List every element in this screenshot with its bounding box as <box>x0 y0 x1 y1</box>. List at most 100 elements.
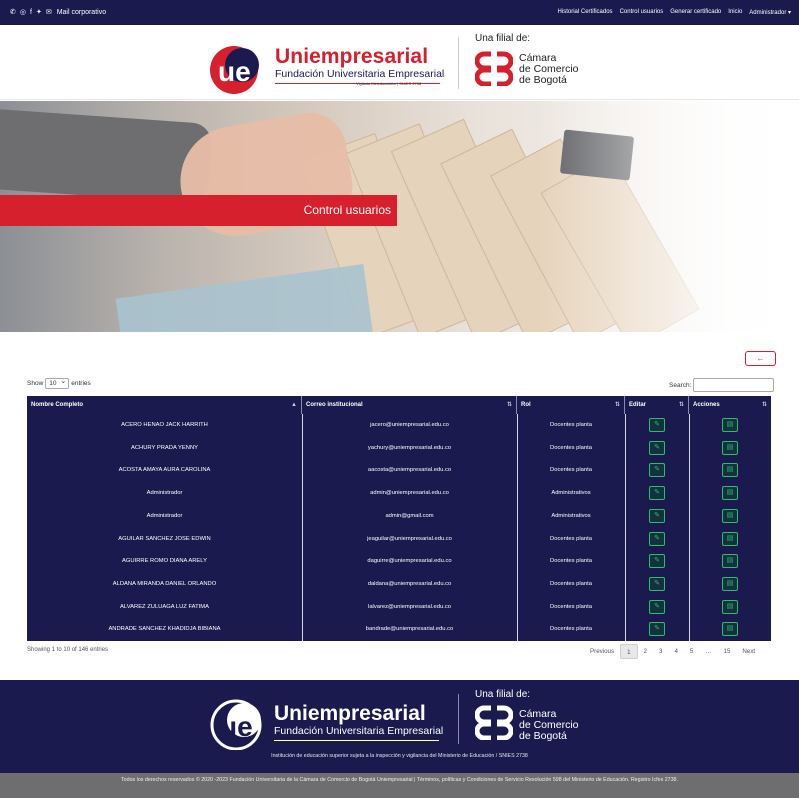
cell-nombre: ACHURY PRADA YENNY <box>130 444 198 451</box>
cell-nombre: AGUILAR SANCHEZ JOSE EDWIN <box>118 535 211 542</box>
edit-user-button[interactable]: ✎ <box>649 418 665 432</box>
user-action-button[interactable]: ▤ <box>722 599 738 614</box>
edit-user-button[interactable]: ✎ <box>649 463 665 478</box>
footer-camara-comercio-logo-icon <box>475 705 513 740</box>
cell-correo: aacosta@uniempresarial.edu.co <box>367 467 452 474</box>
cell-rol: Docentes planta <box>550 558 592 565</box>
pagination-next[interactable]: Next <box>736 644 761 659</box>
column-editar[interactable]: Editar ⇅ <box>625 396 689 414</box>
nav-administrador-dropdown[interactable]: Administrador ▾ <box>749 9 791 16</box>
sort-icon: ⇅ <box>761 402 767 408</box>
users-table: Nombre Completo ▲ Correo institucional ⇅ R… <box>27 396 771 641</box>
pagination-page-2[interactable]: 2 <box>638 644 653 659</box>
table-row: ALVAREZ ZULUAGA LUZ FATIMA lalvarez@uniem… <box>27 596 771 619</box>
camara-comercio-name: Cámara de Comercio de Bogotá <box>519 52 579 86</box>
page-title: Control usuarios <box>303 203 391 217</box>
edit-user-button[interactable]: ✎ <box>649 486 665 501</box>
nav-control-usuarios[interactable]: Control usuarios <box>620 9 664 16</box>
facebook-icon[interactable]: f <box>30 8 32 17</box>
cell-correo: daldana@uniempresarial.edu.co <box>367 580 452 587</box>
edit-user-button[interactable]: ✎ <box>649 599 665 614</box>
footer-camara-comercio-name: Cámara de Comercio de Bogotá <box>519 708 579 742</box>
search-input[interactable] <box>693 378 775 392</box>
edit-user-button[interactable]: ✎ <box>649 508 665 523</box>
footer-brand-subtitle: Fundación Universitaria Empresarial <box>274 725 444 737</box>
table-header: Nombre Completo ▲ Correo institucional ⇅ R… <box>27 396 771 414</box>
search-label: Search: <box>669 381 692 389</box>
footer-institution-note: Institución de educación superior sujeta… <box>271 753 528 759</box>
uniempresarial-footer-logo-icon: ue <box>210 699 262 750</box>
page-length-select[interactable]: 10 <box>45 377 70 389</box>
top-nav: Historial Certificados Control usuarios … <box>558 9 791 16</box>
user-action-button[interactable]: ▤ <box>722 508 738 523</box>
user-action-button[interactable]: ▤ <box>722 531 738 546</box>
svg-text:ue: ue <box>218 56 251 87</box>
back-button[interactable]: ← <box>745 351 776 366</box>
edit-user-button[interactable]: ✎ <box>649 531 665 546</box>
user-action-button[interactable]: ▤ <box>722 622 738 637</box>
column-correo-institucional[interactable]: Correo institucional ⇅ <box>302 396 517 414</box>
user-action-button[interactable]: ▤ <box>722 554 738 569</box>
mail-corporativo-link[interactable]: Mail corporativo <box>57 8 106 17</box>
cell-nombre: ALDANA MIRANDA DANIEL ORLANDO <box>112 580 217 587</box>
pagination-page-3[interactable]: 3 <box>653 644 668 659</box>
pagination-page-15[interactable]: 15 <box>718 644 737 659</box>
hero-banner-image: Control usuarios <box>0 101 799 332</box>
cell-rol: Docentes planta <box>550 580 592 587</box>
user-action-button[interactable]: ▤ <box>722 440 738 455</box>
header-divider <box>458 37 459 89</box>
filial-label: Una filial de: <box>475 33 531 44</box>
cell-correo: bandrade@uniempresarial.edu.co <box>365 626 454 633</box>
column-rol[interactable]: Rol ⇅ <box>517 396 625 414</box>
cell-correo: admin@uniempresarial.edu.co <box>370 490 449 497</box>
user-action-button[interactable]: ▤ <box>722 486 738 501</box>
cell-nombre: Administrador <box>146 512 183 519</box>
cell-nombre: ANDRADE SANCHEZ KHADIDJA BIBIANA <box>108 626 221 633</box>
nav-historial-certificados[interactable]: Historial Certificados <box>558 9 613 16</box>
pagination: Previous 1 2 3 4 5 … 15 Next <box>584 644 761 659</box>
nav-generar-certificado[interactable]: Generar certificado <box>670 9 721 16</box>
pagination-previous[interactable]: Previous <box>584 644 620 659</box>
pagination-page-1[interactable]: 1 <box>620 644 638 659</box>
footer-filial-label: Una filial de: <box>475 689 531 700</box>
table-row: ACERO HENAO JACK HARRITH jacero@uniempres… <box>27 414 771 437</box>
uniempresarial-logo-icon[interactable]: ue <box>208 43 263 95</box>
column-acciones[interactable]: Acciones ⇅ <box>689 396 771 414</box>
page-title-banner: Control usuarios <box>0 195 397 226</box>
brand-vigilada: Vigilada Mineducación | SNIES 2738 <box>356 81 422 86</box>
user-action-button[interactable]: ▤ <box>722 463 738 478</box>
cell-rol: Docentes planta <box>550 422 592 428</box>
instagram-icon[interactable]: ◎ <box>20 8 26 17</box>
pagination-page-4[interactable]: 4 <box>668 644 683 659</box>
pagination-page-5[interactable]: 5 <box>684 644 699 659</box>
table-search: Search: <box>669 378 775 392</box>
edit-user-button[interactable]: ✎ <box>649 440 665 455</box>
cell-rol: Administrativos <box>551 512 591 519</box>
cell-rol: Docentes planta <box>550 626 592 633</box>
edit-user-button[interactable]: ✎ <box>649 576 665 591</box>
whatsapp-icon[interactable]: ✆ <box>10 8 16 17</box>
cell-rol: Docentes planta <box>550 467 592 474</box>
edit-user-button[interactable]: ✎ <box>649 554 665 569</box>
user-action-button[interactable]: ▤ <box>722 576 738 591</box>
cell-nombre: ALVAREZ ZULUAGA LUZ FATIMA <box>120 603 209 610</box>
cell-correo: admin@gmail.com <box>385 512 434 519</box>
edit-user-button[interactable]: ✎ <box>649 622 665 637</box>
pagination-ellipsis: … <box>705 648 712 655</box>
cell-nombre: Administrador <box>146 490 183 497</box>
brand-subtitle: Fundación Universitaria Empresarial <box>275 68 445 80</box>
column-nombre-completo[interactable]: Nombre Completo ▲ <box>27 396 302 414</box>
user-action-button[interactable]: ▤ <box>722 418 738 432</box>
cell-nombre: ACERO HENAO JACK HARRITH <box>121 422 208 428</box>
table-row: Administrador admin@uniempresarial.edu.co… <box>27 482 771 505</box>
mail-icon[interactable]: ✉ <box>46 8 52 17</box>
table-row: AGUILAR SANCHEZ JOSE EDWIN jeaguilar@unie… <box>27 528 771 551</box>
nav-inicio[interactable]: Inicio <box>728 9 742 16</box>
table-body: ACERO HENAO JACK HARRITH jacero@uniempres… <box>27 414 771 641</box>
copyright-bar: Todos los derechos reservados © 2020 -20… <box>0 773 799 798</box>
site-footer: ue Uniempresarial Fundación Universitari… <box>0 680 799 773</box>
sort-icon: ⇅ <box>678 402 684 408</box>
footer-brand-name: Uniempresarial <box>274 702 426 725</box>
cell-correo: jacero@uniempresarial.edu.co <box>370 422 449 428</box>
twitter-icon[interactable]: ✦ <box>36 8 42 17</box>
